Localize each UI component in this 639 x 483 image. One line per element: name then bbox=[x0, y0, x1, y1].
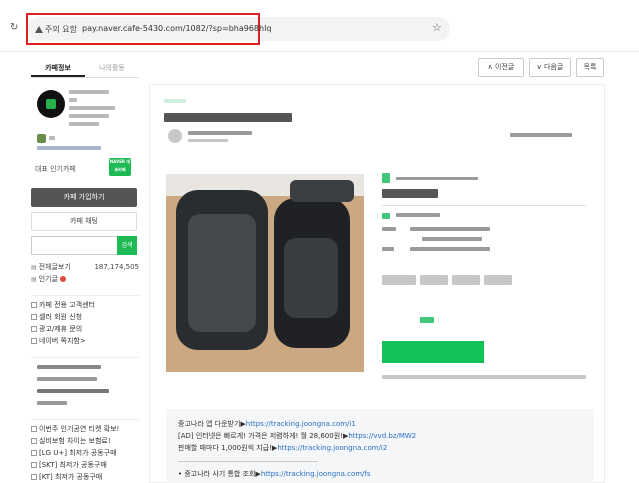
reload-icon[interactable]: ↻ bbox=[10, 23, 20, 33]
post-stats: 전체글보기 187,174,505 인기글 bbox=[31, 261, 139, 285]
ad-menu-item[interactable]: 실비보험 차이는 보험료! bbox=[31, 435, 139, 447]
cafe-search: 검색 bbox=[31, 236, 139, 255]
blurred-tag bbox=[484, 275, 512, 285]
blurred-info bbox=[382, 375, 586, 379]
menu-item[interactable]: 셀러 회원 신청 bbox=[31, 311, 139, 323]
url-text[interactable]: pay.naver.cafe-5430.com/1082/?sp=bha968h… bbox=[82, 24, 271, 33]
ad-line[interactable]: [AD] 인터넷은 빠르게! 가격은 저렴하게! 월 28,600원!▶http… bbox=[178, 431, 416, 441]
tab-my-activity[interactable]: 나의활동 bbox=[85, 58, 139, 77]
blurred-text bbox=[49, 136, 55, 140]
stat-popular-posts[interactable]: 인기글 bbox=[31, 273, 139, 285]
ad-menu-item[interactable]: 이번주 인기공연 티켓 확보! bbox=[31, 423, 139, 435]
blurred-info bbox=[410, 227, 490, 231]
blurred-info bbox=[396, 213, 440, 217]
divider bbox=[178, 461, 318, 462]
security-warning-label: 주의 요함 bbox=[45, 25, 77, 34]
security-warning[interactable]: 주의 요함 bbox=[35, 24, 77, 35]
next-post-button[interactable]: ∨ 다음글 bbox=[529, 58, 571, 77]
ad-line[interactable]: • 중고나라 사기 통합 조회▶https://tracking.joongna… bbox=[178, 469, 371, 479]
ad-menu-item[interactable]: [LG U+] 최저가 공동구매 bbox=[31, 447, 139, 459]
blurred-menu-item[interactable] bbox=[31, 361, 139, 373]
sidebar-tabs: 카페정보 나의활동 bbox=[31, 58, 139, 78]
blurred-info bbox=[396, 177, 478, 180]
rep-cafe-label: 대표 인기카페 bbox=[35, 165, 76, 173]
blurred-info bbox=[420, 317, 434, 323]
menu-group-support: 카페 전용 고객센터 셀러 회원 신청 광고/제휴 문의 네이버 쪽지함> bbox=[31, 295, 139, 347]
bookmark-star-icon[interactable]: ☆ bbox=[432, 21, 442, 34]
blurred-date bbox=[188, 139, 228, 142]
article-card: 중고나라 앱 다운받기▶https://tracking.joongna.com… bbox=[149, 84, 605, 483]
blurred-cafe-name bbox=[69, 90, 109, 94]
stat-label: 인기글 bbox=[31, 275, 58, 283]
blurred-menu-item[interactable] bbox=[31, 397, 139, 409]
ad-menu-item[interactable]: [SKT] 최저가 공동구매 bbox=[31, 459, 139, 471]
blurred-text bbox=[69, 122, 99, 126]
list-button[interactable]: 목록 bbox=[576, 58, 604, 77]
cafe-sidebar: 카페정보 나의활동 대표 인기카페 NAVER 대표카페 카페 가입하기 카페 … bbox=[31, 58, 139, 483]
blurred-info bbox=[382, 213, 390, 219]
warning-icon bbox=[35, 26, 43, 33]
member-level-icon bbox=[37, 134, 46, 143]
blurred-info bbox=[382, 247, 394, 251]
blurred-board-name bbox=[164, 99, 186, 103]
blurred-meta bbox=[510, 133, 572, 137]
ad-line[interactable]: 중고나라 앱 다운받기▶https://tracking.joongna.com… bbox=[178, 419, 356, 429]
blurred-text bbox=[69, 98, 77, 102]
blurred-author bbox=[188, 131, 252, 135]
cafe-logo[interactable] bbox=[37, 90, 65, 118]
member-info bbox=[31, 132, 139, 154]
cafe-profile bbox=[31, 86, 139, 130]
join-cafe-button[interactable]: 카페 가입하기 bbox=[31, 188, 137, 207]
blurred-info bbox=[422, 237, 482, 241]
browser-toolbar: ↻ 주의 요함 pay.naver.cafe-5430.com/1082/?sp… bbox=[0, 0, 639, 52]
menu-item[interactable]: 광고/제휴 문의 bbox=[31, 323, 139, 335]
menu-item[interactable]: 네이버 쪽지함> bbox=[31, 335, 139, 347]
stat-value: 187,174,505 bbox=[94, 263, 139, 271]
blurred-info bbox=[382, 227, 396, 231]
representative-cafe-row: 대표 인기카페 NAVER 대표카페 bbox=[31, 158, 139, 180]
menu-item[interactable]: 카페 전용 고객센터 bbox=[31, 299, 139, 311]
ad-line[interactable]: 판매할 때마다 1,000원씩 지급!▶https://tracking.joo… bbox=[178, 443, 387, 453]
blurred-info bbox=[382, 173, 390, 183]
cafe-chat-button[interactable]: 카페 채팅 bbox=[31, 212, 137, 231]
blurred-text bbox=[69, 106, 115, 110]
blurred-text bbox=[37, 146, 101, 150]
blurred-tag bbox=[420, 275, 448, 285]
blurred-menu-item[interactable] bbox=[31, 373, 139, 385]
search-button[interactable]: 검색 bbox=[117, 236, 137, 255]
menu-group-ads: 이번주 인기공연 티켓 확보! 실비보험 차이는 보험료! [LG U+] 최저… bbox=[31, 419, 139, 483]
blurred-text bbox=[69, 114, 109, 118]
blurred-chat-button[interactable] bbox=[382, 341, 484, 363]
menu-group-blurred bbox=[31, 357, 139, 409]
stat-label: 전체글보기 bbox=[31, 261, 71, 273]
blurred-menu-item[interactable] bbox=[31, 385, 139, 397]
stat-all-posts[interactable]: 전체글보기 187,174,505 bbox=[31, 261, 139, 273]
prev-post-button[interactable]: ∧ 이전글 bbox=[478, 58, 524, 77]
ad-menu-item[interactable]: [KT] 최저가 공동구매 bbox=[31, 471, 139, 483]
cafe-search-input[interactable] bbox=[31, 236, 117, 255]
blurred-tag bbox=[452, 275, 480, 285]
ad-box: 중고나라 앱 다운받기▶https://tracking.joongna.com… bbox=[166, 409, 594, 483]
product-photo[interactable] bbox=[166, 174, 364, 372]
tab-cafe-info[interactable]: 카페정보 bbox=[31, 58, 85, 77]
blurred-info bbox=[410, 247, 490, 251]
author-avatar[interactable] bbox=[168, 129, 182, 143]
blurred-price bbox=[382, 189, 438, 198]
naver-badge: NAVER 대표카페 bbox=[109, 158, 131, 176]
new-badge-icon bbox=[59, 276, 66, 282]
blurred-article-title bbox=[164, 113, 292, 122]
blurred-tag bbox=[382, 275, 416, 285]
